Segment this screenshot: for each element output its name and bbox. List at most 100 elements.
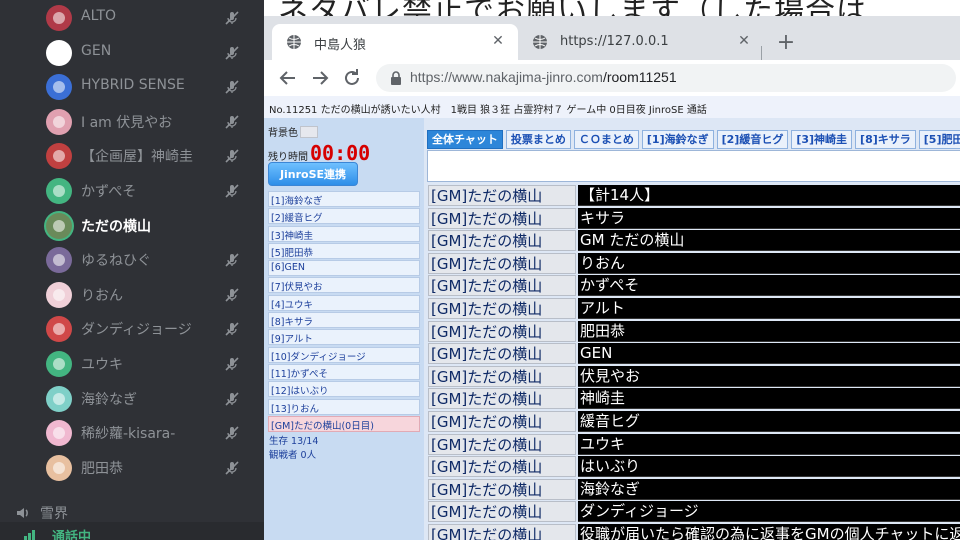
background-color-row: 背景色 bbox=[268, 124, 318, 139]
muted-microphone-icon bbox=[225, 149, 239, 163]
browser-toolbar: https://www.nakajima-jinro.com/room11251 bbox=[264, 60, 960, 96]
player-entry[interactable]: [1]海鈴なぎ bbox=[268, 191, 420, 207]
voice-member[interactable]: ただの横山 bbox=[0, 209, 264, 243]
player-entry[interactable]: [3]神崎圭 bbox=[268, 225, 420, 242]
forward-icon[interactable] bbox=[308, 66, 332, 90]
voice-member[interactable]: りおん bbox=[0, 278, 264, 312]
chat-tab[interactable]: 全体チャット bbox=[427, 130, 503, 149]
chat-tab[interactable]: 投票まとめ bbox=[505, 130, 571, 149]
message-speaker: [GM]ただの横山 bbox=[428, 297, 576, 319]
avatar[interactable] bbox=[46, 108, 72, 135]
tab-localhost[interactable]: https://127.0.0.1 ✕ bbox=[518, 24, 758, 60]
close-tab-icon[interactable]: ✕ bbox=[490, 33, 506, 49]
avatar[interactable] bbox=[46, 39, 72, 66]
player-entry[interactable]: [12]はいぶり bbox=[268, 381, 420, 398]
chat-input[interactable] bbox=[427, 150, 960, 182]
avatar[interactable] bbox=[46, 385, 72, 412]
back-icon[interactable] bbox=[276, 66, 300, 90]
player-entry[interactable]: [6]GEN bbox=[268, 260, 420, 277]
muted-microphone-icon bbox=[225, 46, 239, 60]
message-text: ダンディジョージ bbox=[578, 501, 960, 523]
message-text: GM ただの横山 bbox=[578, 230, 960, 252]
player-entry[interactable]: [11]かずぺそ bbox=[268, 363, 420, 380]
room-info-bar: No.11251 ただの横山が誘いたい人村 1戦目 狼３狂 占霊狩村７ ゲーム中… bbox=[264, 96, 960, 118]
muted-microphone-icon bbox=[225, 392, 239, 406]
muted-microphone-icon bbox=[225, 357, 239, 371]
chat-tab[interactable]: [2]緩音ヒグ bbox=[716, 130, 789, 149]
signal-icon bbox=[24, 530, 35, 540]
avatar-image bbox=[53, 427, 65, 440]
avatar-image bbox=[53, 358, 65, 370]
voice-member[interactable]: 肥田恭 bbox=[0, 451, 264, 485]
voice-member[interactable]: ダンディジョージ bbox=[0, 312, 264, 346]
reload-icon[interactable] bbox=[340, 66, 364, 90]
chat-message-row: [GM]ただの横山 キサラ bbox=[428, 207, 960, 230]
voice-member[interactable]: GEN bbox=[0, 36, 264, 70]
chat-tab[interactable]: [1]海鈴なぎ bbox=[641, 130, 714, 149]
voice-member[interactable]: 海鈴なぎ bbox=[0, 382, 264, 416]
member-name: 稀紗蘿-kisara- bbox=[81, 426, 176, 443]
voice-member[interactable]: I am 伏見やお bbox=[0, 105, 264, 139]
voice-member[interactable]: ALTO bbox=[0, 1, 264, 35]
message-speaker: [GM]ただの横山 bbox=[428, 252, 576, 274]
player-entry[interactable]: [4]ユウキ bbox=[268, 294, 420, 311]
player-entry[interactable]: [5]肥田恭 bbox=[268, 242, 420, 259]
tab-nakajima-jinro[interactable]: 中島人狼 ✕ bbox=[272, 24, 518, 60]
message-speaker: [GM]ただの横山 bbox=[428, 275, 576, 297]
message-speaker: [GM]ただの横山 bbox=[428, 207, 576, 229]
chat-tab[interactable]: [8]キサラ bbox=[855, 130, 916, 149]
player-entry[interactable]: [10]ダンディジョージ bbox=[268, 346, 420, 363]
voice-member[interactable]: 稀紗蘿-kisara- bbox=[0, 416, 264, 450]
avatar[interactable] bbox=[46, 74, 72, 101]
close-tab-icon[interactable]: ✕ bbox=[736, 33, 752, 49]
avatar[interactable] bbox=[46, 212, 72, 239]
avatar[interactable] bbox=[46, 281, 72, 308]
player-entry[interactable]: [13]りおん bbox=[268, 398, 420, 415]
avatar[interactable] bbox=[46, 454, 72, 481]
player-entry[interactable]: [2]緩音ヒグ bbox=[268, 208, 420, 225]
voice-member[interactable]: HYBRID SENSE bbox=[0, 70, 264, 104]
voice-member[interactable]: ゆるねひぐ bbox=[0, 243, 264, 277]
chat-message-row: [GM]ただの横山 役職が届いたら確認の為に返事をGMの個人チャットに返 bbox=[428, 523, 960, 540]
avatar[interactable] bbox=[46, 351, 72, 377]
message-speaker: [GM]ただの横山 bbox=[428, 365, 576, 387]
alive-count: 生存 13/14 bbox=[269, 436, 319, 448]
left-panel: 背景色 残り時間 00:00 JinroSE連携 [1]海鈴なぎ [2]緩音ヒグ[… bbox=[264, 118, 424, 540]
message-speaker: [GM]ただの横山 bbox=[428, 523, 576, 540]
avatar[interactable] bbox=[46, 247, 72, 274]
chat-tab[interactable]: [5]肥田恭 bbox=[918, 130, 960, 149]
avatar-image bbox=[53, 461, 65, 474]
globe-icon bbox=[533, 35, 547, 49]
chat-message-row: [GM]ただの横山 りおん bbox=[428, 252, 960, 275]
lock-icon[interactable] bbox=[390, 71, 402, 85]
chat-tab[interactable]: [3]神崎圭 bbox=[791, 130, 853, 149]
background-color-label: 背景色 bbox=[268, 128, 298, 139]
voice-member[interactable]: ユウキ bbox=[0, 347, 264, 381]
avatar[interactable] bbox=[46, 420, 72, 447]
avatar[interactable] bbox=[46, 316, 72, 343]
chat-tab[interactable]: ＣＯまとめ bbox=[573, 130, 639, 149]
avatar[interactable] bbox=[46, 143, 72, 170]
member-name: GEN bbox=[81, 42, 112, 59]
chat-message-row: [GM]ただの横山 ユウキ bbox=[428, 433, 960, 456]
player-entry[interactable]: [7]伏見やお bbox=[268, 277, 420, 294]
member-name: りおん bbox=[81, 287, 123, 304]
chat-message-row: [GM]ただの横山 肥田恭 bbox=[428, 320, 960, 343]
voice-member[interactable]: かずぺそ bbox=[0, 174, 264, 208]
avatar[interactable] bbox=[46, 5, 72, 31]
new-tab-button[interactable]: + bbox=[772, 30, 800, 58]
jinrose-link-button[interactable]: JinroSE連携 bbox=[268, 162, 358, 186]
gm-entry[interactable]: [GM]ただの横山(0日目) bbox=[268, 415, 420, 432]
player-entry[interactable]: [9]アルト bbox=[268, 329, 420, 346]
message-text: 肥田恭 bbox=[578, 320, 960, 342]
voice-channel-row[interactable]: 雪界 bbox=[16, 503, 68, 523]
background-color-picker[interactable] bbox=[300, 125, 318, 138]
player-entry[interactable]: [8]キサラ bbox=[268, 312, 420, 329]
message-text: キサラ bbox=[578, 207, 960, 229]
avatar-image bbox=[53, 288, 65, 301]
address-bar[interactable]: https://www.nakajima-jinro.com/room11251 bbox=[376, 64, 956, 92]
member-name: ダンディジョージ bbox=[81, 322, 192, 339]
avatar[interactable] bbox=[46, 178, 72, 204]
avatar-image bbox=[53, 392, 65, 405]
voice-member[interactable]: 【企画屋】神崎圭 bbox=[0, 139, 264, 173]
